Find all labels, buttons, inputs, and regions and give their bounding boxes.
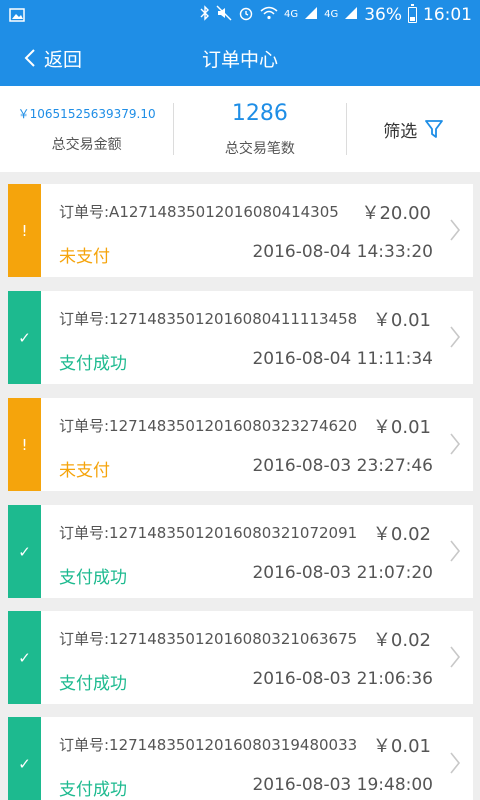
total-amount-block: ￥10651525639379.10 总交易金额 [0,86,173,172]
battery-percent: 36% [364,5,402,25]
status-bar: 4G 4G 36% 16:01 [0,0,480,30]
order-status: 支付成功 [59,780,127,800]
chevron-right-icon [450,326,461,348]
chevron-right-icon [450,752,461,774]
chevron-right-icon [450,219,461,241]
status-icon-glyph: ! [21,435,28,454]
back-label: 返回 [44,48,83,71]
order-number: 订单号:12714835012016080411113458 [59,310,358,328]
order-time: 2016-08-04 14:33:20 [252,242,433,262]
order-amount: ￥0.01 [372,736,431,757]
signal-icon [304,5,318,25]
total-count-label: 总交易笔数 [224,140,295,157]
network-type-2: 4G [324,9,339,20]
nav-bar: 返回 订单中心 [0,30,480,86]
order-card[interactable]: ✓ 订单号:12714835012016080321072091 ￥0.02 支付成功… [8,505,473,598]
order-content: 订单号:A12714835012016080414305 ￥20.00 未支付 201… [41,184,473,277]
order-card[interactable]: ✓ 订单号:12714835012016080321063675 ￥0.02 支付成功… [8,611,473,704]
order-number: 订单号:12714835012016080319480033 [59,736,358,754]
order-card[interactable]: ! 订单号:A12714835012016080414305 ￥20.00 未支付 20… [8,184,473,277]
check-icon: ✓ [8,611,41,704]
order-number: 订单号:A12714835012016080414305 [59,203,339,221]
order-content: 订单号:12714835012016080411113458 ￥0.01 支付成功 2… [41,291,473,384]
order-amount: ￥20.00 [361,203,431,224]
order-number: 订单号:12714835012016080323274620 [59,417,358,435]
total-count-block: 1286 总交易笔数 [174,86,345,172]
order-time: 2016-08-03 23:27:46 [252,456,433,476]
order-list: ! 订单号:A12714835012016080414305 ￥20.00 未支付 20… [0,172,480,800]
battery-icon [408,4,417,23]
order-content: 订单号:12714835012016080323274620 ￥0.01 未支付 20… [41,398,473,491]
filter-icon [425,120,444,138]
status-icon-glyph: ! [21,221,28,240]
check-icon: ✓ [8,505,41,598]
order-status: 支付成功 [59,568,127,588]
order-status: 未支付 [59,461,110,481]
total-count: 1286 [231,100,288,126]
check-icon: ✓ [8,717,41,800]
order-amount: ￥0.01 [372,417,431,438]
order-amount: ￥0.01 [372,310,431,331]
order-content: 订单号:12714835012016080319480033 ￥0.01 支付成功 2… [41,717,473,800]
order-time: 2016-08-03 21:07:20 [252,563,433,583]
order-card[interactable]: ✓ 订单号:12714835012016080319480033 ￥0.01 支付成功… [8,717,473,800]
order-content: 订单号:12714835012016080321072091 ￥0.02 支付成功 2… [41,505,473,598]
network-type: 4G [283,9,299,20]
filter-button[interactable]: 筛选 [347,86,480,172]
gallery-icon [0,8,34,22]
order-time: 2016-08-03 19:48:00 [252,775,433,795]
order-status: 未支付 [59,247,110,267]
chevron-right-icon [450,433,461,455]
status-icon-glyph: ✓ [18,648,31,667]
clock: 16:01 [423,5,472,25]
chevron-left-icon [24,49,35,67]
order-number: 订单号:12714835012016080321063675 [59,630,358,648]
order-time: 2016-08-04 11:11:34 [252,349,433,369]
order-card[interactable]: ! 订单号:12714835012016080323274620 ￥0.01 未支付 2… [8,398,473,491]
order-number: 订单号:12714835012016080321072091 [59,524,358,542]
order-amount: ￥0.02 [372,524,431,545]
alarm-icon [238,5,254,26]
summary-panel: ￥10651525639379.10 总交易金额 1286 总交易笔数 筛选 [0,86,480,172]
order-time: 2016-08-03 21:06:36 [252,669,433,689]
order-content: 订单号:12714835012016080321063675 ￥0.02 支付成功 2… [41,611,473,704]
signal-icon-2 [344,5,358,25]
mute-icon [216,5,232,26]
order-amount: ￥0.02 [372,630,431,651]
check-icon: ✓ [8,291,41,384]
order-card[interactable]: ✓ 订单号:12714835012016080411113458 ￥0.01 支付成功… [8,291,473,384]
wifi-icon [260,5,278,26]
warning-icon: ! [8,184,41,277]
order-status: 支付成功 [59,354,127,374]
order-status: 支付成功 [59,674,127,694]
back-button[interactable]: 返回 [24,30,82,86]
filter-label: 筛选 [383,121,418,142]
status-icon-glyph: ✓ [18,542,31,561]
status-icon-glyph: ✓ [18,754,31,773]
warning-icon: ! [8,398,41,491]
chevron-right-icon [450,646,461,668]
chevron-right-icon [450,540,461,562]
bluetooth-icon [200,4,210,26]
total-amount: ￥10651525639379.10 [17,106,156,121]
total-amount-label: 总交易金额 [51,136,122,153]
status-icon-glyph: ✓ [18,328,31,347]
